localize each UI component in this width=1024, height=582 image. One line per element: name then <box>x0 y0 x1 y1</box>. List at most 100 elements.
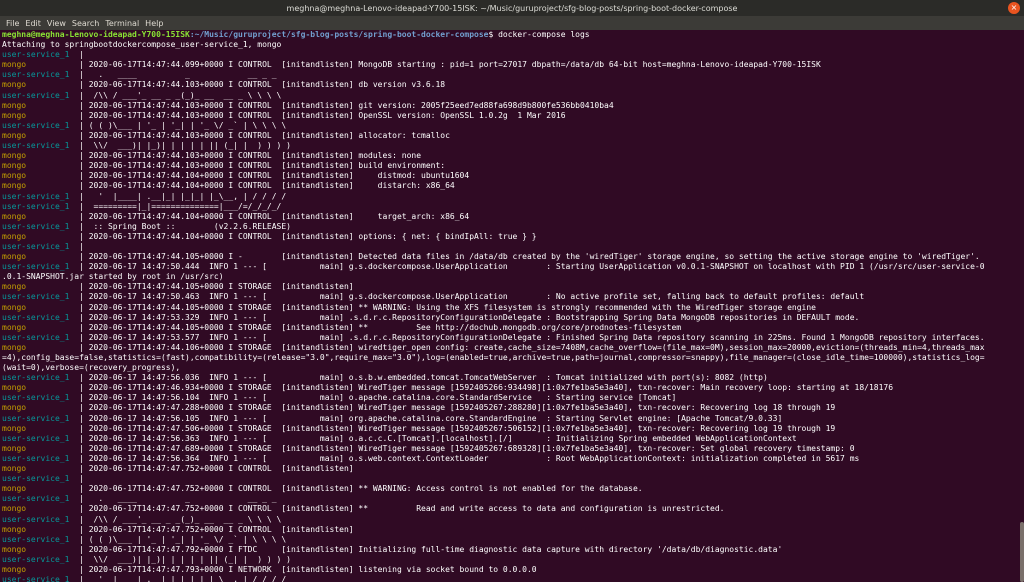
log-line-service: user-service_1 <box>2 90 80 100</box>
terminal-scrollbar[interactable] <box>1020 30 1024 582</box>
log-line: user-service_1 | <box>2 474 1020 484</box>
log-line-text: Attaching to springbootdockercompose_use… <box>2 40 282 50</box>
log-line-text: | 2020-06-17T14:47:44.103+0000 I CONTROL… <box>79 80 446 90</box>
log-line-service: user-service_1 <box>2 534 80 544</box>
log-line-text: | 2020-06-17T14:47:44.105+0000 I STORAGE… <box>79 302 816 312</box>
log-line-service: user-service_1 <box>2 433 80 443</box>
log-line: user-service_1 | /\\ / ___'_ __ _ _(_)_ … <box>2 91 1020 101</box>
log-line-text: | :: Spring Boot :: (v2.2.6.RELEASE) <box>79 221 291 231</box>
log-line-service: mongo <box>2 322 80 332</box>
terminal-output[interactable]: meghna@meghna-Lenovo-ideapad-Y700-15ISK:… <box>0 30 1020 582</box>
log-line-text: | 2020-06-17T14:47:47.752+0000 I CONTROL… <box>79 504 725 514</box>
log-line-text: | 2020-06-17T14:47:44.099+0000 I CONTROL… <box>79 60 821 70</box>
menu-item-search[interactable]: Search <box>69 19 102 28</box>
log-line: mongo | 2020-06-17T14:47:47.752+0000 I C… <box>2 464 1020 474</box>
log-line-text: | 2020-06-17T14:47:44.103+0000 I CONTROL… <box>79 161 446 171</box>
log-line-service: user-service_1 <box>2 514 80 524</box>
log-line: =4),config_base=false,statistics=(fast),… <box>2 353 1020 363</box>
log-line-text: | 2020-06-17T14:47:46.934+0000 I STORAGE… <box>79 383 894 393</box>
log-line: .0.1-SNAPSHOT.jar started by root in /us… <box>2 272 1020 282</box>
log-line: Attaching to springbootdockercompose_use… <box>2 40 1020 50</box>
log-line-text: =4),config_base=false,statistics=(fast),… <box>2 353 985 362</box>
log-line-text: | 2020-06-17T14:47:44.103+0000 I CONTROL… <box>79 110 566 120</box>
log-line-service: user-service_1 <box>2 50 80 60</box>
log-line-text: | <box>79 474 89 484</box>
prompt-user: meghna@meghna-Lenovo-ideapad-Y700-15ISK <box>2 30 190 39</box>
log-line-text: | <box>79 50 89 60</box>
log-line-service: user-service_1 <box>2 474 80 484</box>
log-line-text: | 2020-06-17T14:47:44.105+0000 I STORAGE… <box>79 322 682 332</box>
log-line-service: user-service_1 <box>2 70 80 80</box>
log-line: mongo | 2020-06-17T14:47:44.105+0000 I S… <box>2 282 1020 292</box>
log-line-service: mongo <box>2 464 80 474</box>
log-line-service: mongo <box>2 130 80 140</box>
log-line-text: | ( ( )\___ | '_ | '_| | '_ \/ _` | \ \ … <box>79 120 287 130</box>
log-line-service: mongo <box>2 60 80 70</box>
log-line: mongo | 2020-06-17T14:47:44.104+0000 I C… <box>2 232 1020 242</box>
menu-item-view[interactable]: View <box>44 19 69 28</box>
menu-item-terminal[interactable]: Terminal <box>102 19 142 28</box>
log-line-service: user-service_1 <box>2 292 80 302</box>
log-line-text: | =========|_|==============|___/=/_/_/_… <box>79 201 282 211</box>
log-line-service: mongo <box>2 504 80 514</box>
menu-bar: File Edit View Search Terminal Help <box>0 16 1024 30</box>
log-line: mongo | 2020-06-17T14:47:44.103+0000 I C… <box>2 80 1020 90</box>
log-line: user-service_1 | 2020-06-17 14:47:53.577… <box>2 333 1020 343</box>
log-line-service: user-service_1 <box>2 494 80 504</box>
log-line-text: | 2020-06-17T14:47:47.288+0000 I STORAGE… <box>79 403 836 413</box>
log-line-text: | 2020-06-17 14:47:50.463 INFO 1 --- [ m… <box>79 292 865 302</box>
log-line: mongo | 2020-06-17T14:47:44.104+0000 I C… <box>2 181 1020 191</box>
log-line-service: mongo <box>2 342 80 352</box>
log-line-text: | 2020-06-17T14:47:44.106+0000 I STORAGE… <box>79 342 985 352</box>
log-line-service: user-service_1 <box>2 120 80 130</box>
log-line-text: | /\\ / ___'_ __ _ _(_)_ __ __ _ \ \ \ \ <box>79 90 282 100</box>
log-line-service: user-service_1 <box>2 332 80 342</box>
log-line: mongo | 2020-06-17T14:47:44.103+0000 I C… <box>2 101 1020 111</box>
log-line-service: mongo <box>2 231 80 241</box>
log-line-service: mongo <box>2 282 80 292</box>
log-line-service: mongo <box>2 110 80 120</box>
log-line: mongo | 2020-06-17T14:47:44.099+0000 I C… <box>2 60 1020 70</box>
scrollbar-thumb[interactable] <box>1020 522 1024 582</box>
log-line: mongo | 2020-06-17T14:47:44.103+0000 I C… <box>2 111 1020 121</box>
log-line: user-service_1 | ' |____| .__|_| |_|_| |… <box>2 575 1020 582</box>
log-line-service: mongo <box>2 383 80 393</box>
menu-item-file[interactable]: File <box>3 19 22 28</box>
log-line-text: | 2020-06-17 14:47:53.329 INFO 1 --- [ m… <box>79 312 860 322</box>
log-line: user-service_1 | =========|_|===========… <box>2 202 1020 212</box>
log-line-service: user-service_1 <box>2 141 80 151</box>
log-line: user-service_1 | /\\ / ___'_ __ _ _(_)_ … <box>2 515 1020 525</box>
log-line-service: mongo <box>2 181 80 191</box>
log-line-service: user-service_1 <box>2 262 80 272</box>
log-line-service: mongo <box>2 302 80 312</box>
log-line-service: mongo <box>2 484 80 494</box>
log-line: user-service_1 | ' |____| .__|_| |_|_| |… <box>2 192 1020 202</box>
log-line: mongo | 2020-06-17T14:47:44.106+0000 I S… <box>2 343 1020 353</box>
log-line-service: mongo <box>2 423 80 433</box>
log-line: user-service_1 | 2020-06-17 14:47:56.036… <box>2 373 1020 383</box>
log-line-text: | 2020-06-17 14:47:50.444 INFO 1 --- [ m… <box>79 262 985 272</box>
log-line: mongo | 2020-06-17T14:47:44.103+0000 I C… <box>2 151 1020 161</box>
log-line: user-service_1 | . ____ _ __ _ _ <box>2 494 1020 504</box>
log-line-text: | 2020-06-17T14:47:47.506+0000 I STORAGE… <box>79 423 836 433</box>
log-line-service: user-service_1 <box>2 312 80 322</box>
log-line: (wait=0),verbose=(recovery_progress), <box>2 363 1020 373</box>
log-line-text: | 2020-06-17 14:47:56.105 INFO 1 --- [ m… <box>79 413 783 423</box>
log-line: mongo | 2020-06-17T14:47:47.752+0000 I C… <box>2 504 1020 514</box>
log-line-text: | 2020-06-17T14:47:47.689+0000 I STORAGE… <box>79 443 855 453</box>
window-titlebar[interactable]: meghna@meghna-Lenovo-ideapad-Y700-15ISK:… <box>0 0 1024 16</box>
log-line-text: | 2020-06-17T14:47:47.752+0000 I CONTROL… <box>79 484 643 494</box>
menu-item-edit[interactable]: Edit <box>22 19 44 28</box>
log-line: mongo | 2020-06-17T14:47:47.792+0000 I F… <box>2 545 1020 555</box>
log-line: mongo | 2020-06-17T14:47:47.689+0000 I S… <box>2 444 1020 454</box>
log-line-text: | ( ( )\___ | '_ | '_| | '_ \/ _` | \ \ … <box>79 534 287 544</box>
log-line: mongo | 2020-06-17T14:47:46.934+0000 I S… <box>2 383 1020 393</box>
log-line-service: user-service_1 <box>2 554 80 564</box>
log-line: user-service_1 | ( ( )\___ | '_ | '_| | … <box>2 535 1020 545</box>
menu-item-help[interactable]: Help <box>142 19 166 28</box>
log-line: mongo | 2020-06-17T14:47:47.752+0000 I C… <box>2 484 1020 494</box>
log-line: mongo | 2020-06-17T14:47:47.752+0000 I C… <box>2 525 1020 535</box>
log-line-text: | 2020-06-17T14:47:44.103+0000 I CONTROL… <box>79 100 614 110</box>
log-line: user-service_1 | \\/ ___)| |_)| | | | | … <box>2 555 1020 565</box>
close-button[interactable]: × <box>1008 2 1020 14</box>
